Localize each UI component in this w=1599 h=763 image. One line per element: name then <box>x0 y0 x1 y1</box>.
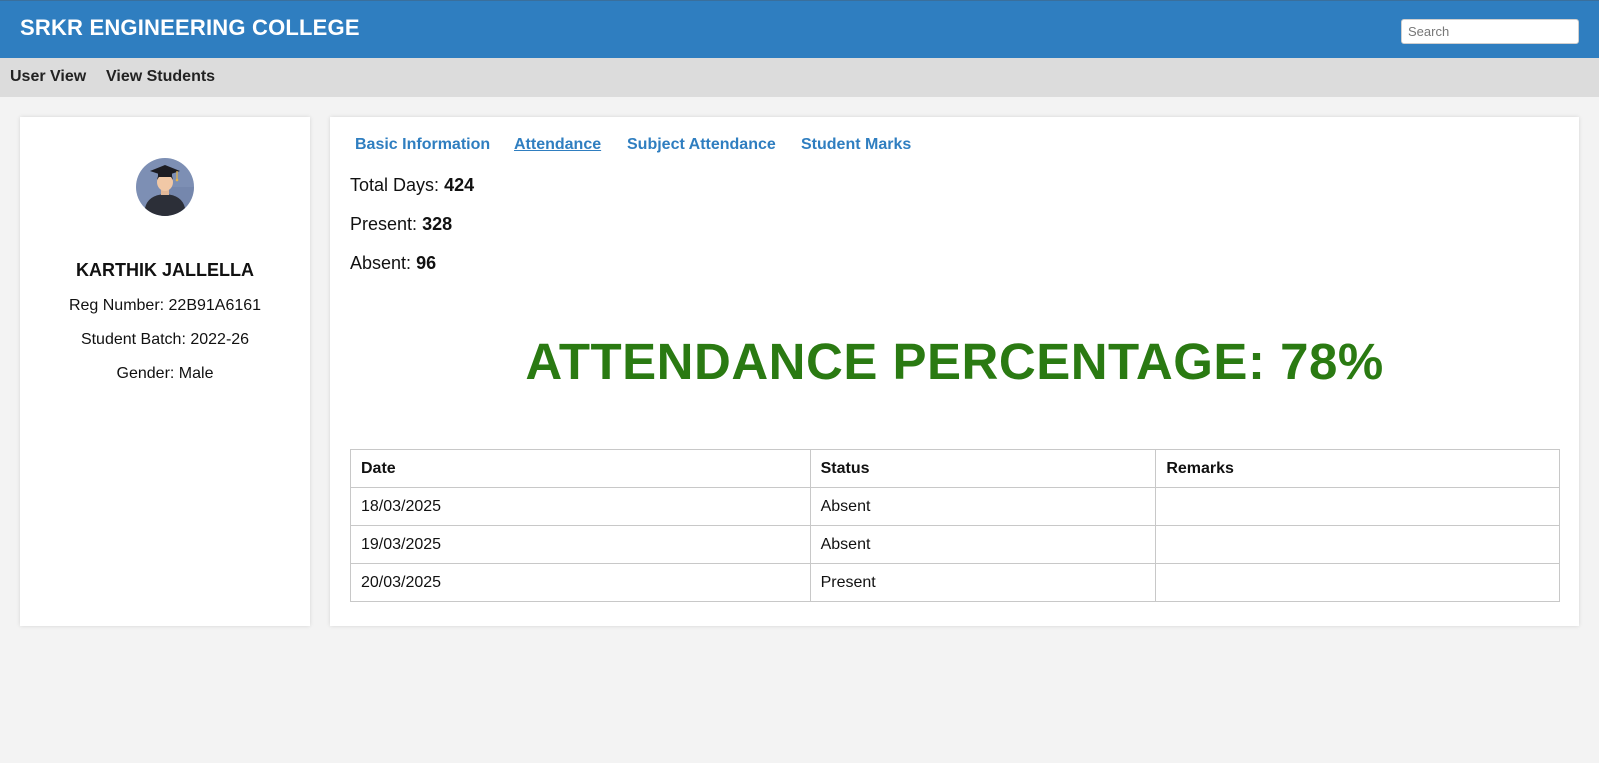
tab-subject-attendance[interactable]: Subject Attendance <box>627 136 776 154</box>
absent-label: Absent: <box>350 253 412 273</box>
student-batch: Student Batch: 2022-26 <box>80 331 250 348</box>
cell-status: Absent <box>809 487 1157 526</box>
attendance-table: Date Status Remarks 18/03/2025 Absent 19… <box>350 449 1560 602</box>
absent-days: Absent: 96 <box>350 253 436 274</box>
absent-value: 96 <box>416 253 437 273</box>
cell-remarks <box>1155 563 1560 602</box>
cell-remarks <box>1155 525 1560 564</box>
cell-date: 19/03/2025 <box>350 525 811 564</box>
column-header-status: Status <box>809 449 1157 488</box>
profile-card: KARTHIK JALLELLA Reg Number: 22B91A6161 … <box>20 117 310 626</box>
column-header-remarks: Remarks <box>1155 449 1560 488</box>
cell-date: 20/03/2025 <box>350 563 811 602</box>
gender: Gender: Male <box>116 365 214 382</box>
student-name: KARTHIK JALLELLA <box>76 260 254 280</box>
column-header-date: Date <box>350 449 811 488</box>
total-days-value: 424 <box>444 175 475 195</box>
nav-view-students[interactable]: View Students <box>106 68 215 86</box>
attendance-panel: Basic Information Attendance Subject Att… <box>330 117 1579 626</box>
total-days-label: Total Days: <box>350 175 440 195</box>
tab-basic-information[interactable]: Basic Information <box>355 136 490 154</box>
present-value: 328 <box>422 214 453 234</box>
tab-attendance[interactable]: Attendance <box>514 136 601 154</box>
attendance-percentage: ATTENDANCE PERCENTAGE: 78% <box>525 333 1384 390</box>
graduate-avatar-icon <box>136 158 194 216</box>
cell-status: Absent <box>809 525 1157 564</box>
secondary-nav: User View View Students <box>0 58 1599 97</box>
table-row: 18/03/2025 Absent <box>350 487 1560 526</box>
cell-remarks <box>1155 487 1560 526</box>
reg-number: Reg Number: 22B91A6161 <box>68 297 262 314</box>
table-header-row: Date Status Remarks <box>350 449 1560 488</box>
cell-status: Present <box>809 563 1157 602</box>
table-row: 20/03/2025 Present <box>350 563 1560 602</box>
top-header: SRKR ENGINEERING COLLEGE <box>0 0 1599 58</box>
cell-date: 18/03/2025 <box>350 487 811 526</box>
total-days: Total Days: 424 <box>350 175 474 196</box>
college-title: SRKR ENGINEERING COLLEGE <box>20 15 360 40</box>
nav-user-view[interactable]: User View <box>10 68 86 86</box>
search-input[interactable] <box>1401 19 1579 44</box>
table-row: 19/03/2025 Absent <box>350 525 1560 564</box>
tab-student-marks[interactable]: Student Marks <box>801 136 911 154</box>
present-days: Present: 328 <box>350 214 452 235</box>
present-label: Present: <box>350 214 418 234</box>
